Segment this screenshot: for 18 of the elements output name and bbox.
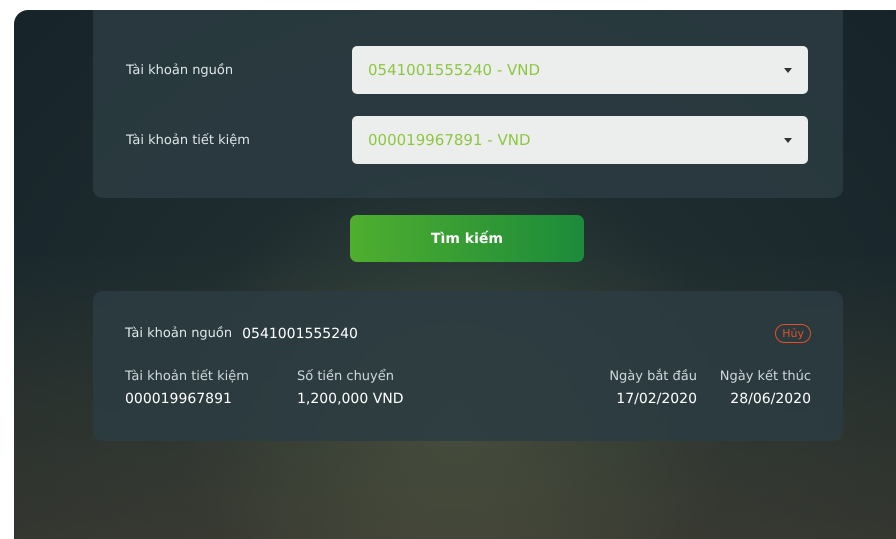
account-dropdown[interactable]: 0541001555240 - VND <box>352 46 808 94</box>
detail-value: 1,200,000 VND <box>297 391 405 407</box>
field-label: Tài khoản nguồn <box>126 62 234 78</box>
cancel-button[interactable]: Hủy <box>775 324 811 343</box>
detail-label: Ngày bắt đầu <box>609 369 697 384</box>
detail-label: Tài khoản tiết kiệm <box>125 369 250 384</box>
caret-icon <box>784 138 792 142</box>
field-label: Tài khoản tiết kiệm <box>126 132 251 148</box>
caret-icon <box>784 68 792 72</box>
detail-label: Số tiền chuyển <box>297 369 395 384</box>
detail-value: 000019967891 <box>125 391 233 407</box>
source-account-number: 0541001555240 <box>242 326 358 342</box>
detail-label: Ngày kết thúc <box>720 369 811 384</box>
detail-value: 17/02/2020 <box>616 391 697 407</box>
search-button[interactable]: Tìm kiếm <box>350 215 584 262</box>
account-dropdown[interactable]: 000019967891 - VND <box>352 116 808 164</box>
detail-value: 28/06/2020 <box>730 391 811 407</box>
source-account-label: Tài khoản nguồn <box>125 326 232 341</box>
